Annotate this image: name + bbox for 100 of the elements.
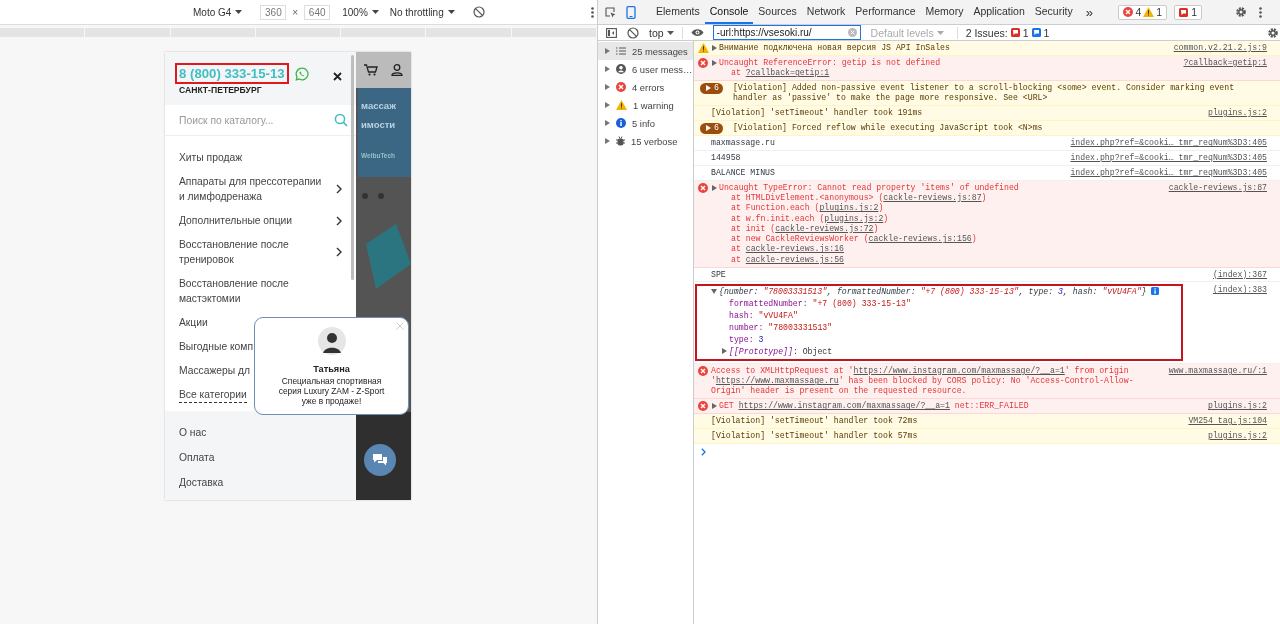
- devtools-tab[interactable]: Application: [968, 0, 1030, 24]
- zoom-select[interactable]: 100%: [342, 6, 379, 18]
- sidebar-item[interactable]: 4 errors: [598, 78, 693, 96]
- devtools-tab[interactable]: Security: [1029, 0, 1078, 24]
- expand-arrow-icon[interactable]: [604, 66, 610, 72]
- menu-item[interactable]: Аппараты для прессотерапии и лимфодренажа: [179, 174, 342, 204]
- source-link[interactable]: plugins.js:2: [1208, 108, 1267, 119]
- carousel-dot[interactable]: [362, 193, 368, 199]
- clear-icon[interactable]: [627, 26, 639, 39]
- more-icon[interactable]: [1259, 6, 1262, 18]
- repeat-count-badge[interactable]: 6: [700, 122, 723, 134]
- source-link[interactable]: cackle-reviews.js:56: [745, 254, 845, 264]
- cart-icon[interactable]: [364, 64, 379, 76]
- device-select[interactable]: Moto G4: [193, 6, 243, 18]
- expand-arrow-icon[interactable]: [604, 138, 610, 144]
- expand-arrow-icon[interactable]: [711, 288, 717, 295]
- warning-icon: [698, 43, 709, 54]
- caret-icon: [371, 10, 379, 14]
- info-link[interactable]: Доставка: [179, 475, 342, 490]
- source-link[interactable]: ?callback=getip:1: [745, 68, 830, 78]
- sidebar-item[interactable]: 6 user mess…: [598, 60, 693, 78]
- sidebar-item[interactable]: 25 messages: [598, 42, 693, 60]
- user-icon[interactable]: [390, 64, 403, 76]
- throttling-select[interactable]: No throttling: [389, 6, 455, 18]
- carousel-dot[interactable]: [378, 193, 384, 199]
- caret-icon: [666, 30, 674, 35]
- source-link[interactable]: plugins.js:2: [819, 203, 879, 213]
- menu-item[interactable]: Восстановление после мастэктомии: [179, 276, 342, 306]
- expand-arrow-icon[interactable]: [604, 120, 610, 126]
- expand-arrow-icon[interactable]: [705, 125, 711, 132]
- close-icon[interactable]: [333, 71, 342, 81]
- more-icon[interactable]: [590, 6, 594, 18]
- source-link[interactable]: ?callback=getip:1: [1183, 57, 1267, 69]
- info-link[interactable]: О нас: [179, 425, 342, 440]
- expand-arrow-icon[interactable]: [721, 348, 727, 355]
- expand-arrow-icon[interactable]: [604, 102, 610, 108]
- height-field[interactable]: 640: [304, 4, 331, 20]
- all-categories-link[interactable]: Все категории: [179, 387, 247, 403]
- expand-arrow-icon[interactable]: [604, 84, 610, 90]
- device-icon[interactable]: [626, 5, 636, 19]
- devtools-tab[interactable]: Memory: [920, 0, 969, 24]
- source-link[interactable]: index.php?ref=&cooki… tmr_reqNum%3D3:405: [1070, 153, 1267, 164]
- error-icon: [616, 82, 626, 92]
- console-counts-button[interactable]: 4 1: [1118, 4, 1168, 20]
- expand-arrow-icon[interactable]: [711, 184, 717, 191]
- chat-icon[interactable]: [372, 453, 388, 467]
- search-field[interactable]: Поиск по каталогу...: [179, 114, 319, 126]
- issues-button[interactable]: 1: [1174, 4, 1202, 20]
- sidebar-toggle-icon[interactable]: [606, 27, 617, 38]
- source-link[interactable]: plugins.js:2: [1208, 401, 1267, 412]
- repeat-count-badge[interactable]: 6: [700, 82, 723, 94]
- expand-arrow-icon[interactable]: [711, 403, 717, 410]
- expand-arrow-icon[interactable]: [711, 59, 717, 66]
- menu-item[interactable]: Восстановление после тренировок: [179, 237, 342, 267]
- error-icon: [698, 182, 708, 193]
- source-link[interactable]: VM254 tag.js:104: [1188, 416, 1267, 427]
- url-link[interactable]: https://www.instagram.com/maxmassage/?__a=1: [853, 365, 1065, 375]
- sidebar-item[interactable]: 5 info: [598, 114, 693, 132]
- sidebar-item[interactable]: 15 verbose: [598, 132, 693, 150]
- devtools-tab[interactable]: Elements: [651, 0, 705, 24]
- eye-icon[interactable]: [690, 28, 704, 37]
- message-text: maxmassage.ru: [711, 138, 776, 149]
- devtools-tab[interactable]: Performance: [850, 0, 921, 24]
- settings-icon[interactable]: [1235, 6, 1247, 18]
- prompt-icon[interactable]: [701, 447, 706, 456]
- source-link[interactable]: common.v2.21.2.js:9: [1173, 43, 1267, 54]
- info-link[interactable]: Оплата: [179, 450, 342, 465]
- sidebar-item[interactable]: 1 warning: [598, 96, 693, 114]
- devtools-tab[interactable]: Sources: [753, 0, 802, 24]
- expand-arrow-icon[interactable]: [604, 48, 610, 54]
- devtools-tab[interactable]: Network: [801, 0, 851, 24]
- settings-icon[interactable]: [1267, 26, 1279, 39]
- source-link[interactable]: index.php?ref=&cooki… tmr_reqNum%3D3:405: [1070, 167, 1267, 179]
- source-link[interactable]: cackle-reviews.js:87: [1168, 182, 1267, 193]
- message-text: Внимание подключена новая версия JS API InSales: [719, 43, 951, 54]
- issues-button[interactable]: 2 Issues: 1 1: [956, 26, 1050, 39]
- inspect-icon[interactable]: [605, 6, 616, 18]
- object-property: formattedNumber: "+7 (800) 333-15-13": [729, 299, 911, 309]
- info-icon[interactable]: [1150, 287, 1159, 296]
- slashed-circle-icon[interactable]: [472, 6, 485, 18]
- filter-field[interactable]: -url:https://vsesoki.ru/: [712, 25, 861, 40]
- menu-item[interactable]: Дополнительные опции: [179, 213, 342, 228]
- source-link[interactable]: www.maxmassage.ru/:1: [1168, 365, 1267, 377]
- expand-arrow-icon[interactable]: [711, 45, 717, 51]
- more-tabs-button[interactable]: »: [1085, 4, 1093, 20]
- url-link[interactable]: https://www.instagram.com/maxmassage/?__a=1: [738, 401, 950, 411]
- menu-item[interactable]: Хиты продаж: [179, 150, 342, 165]
- source-link[interactable]: (index):367: [1212, 269, 1267, 280]
- source-link[interactable]: (index):383: [1212, 284, 1267, 297]
- source-link[interactable]: cackle-reviews.js:72: [775, 223, 874, 233]
- source-link[interactable]: cackle-reviews.js:156: [868, 234, 972, 244]
- source-link[interactable]: cackle-reviews.js:87: [883, 192, 982, 202]
- issue-icon: [1031, 28, 1041, 37]
- source-link[interactable]: plugins.js:2: [1208, 430, 1267, 442]
- source-link[interactable]: cackle-reviews.js:16: [745, 244, 845, 254]
- context-select[interactable]: top: [649, 26, 683, 39]
- source-link[interactable]: plugins.js:2: [824, 213, 884, 223]
- width-field[interactable]: 360: [260, 4, 287, 20]
- expand-arrow-icon[interactable]: [705, 85, 711, 92]
- source-link[interactable]: index.php?ref=&cooki… tmr_reqNum%3D3:405: [1070, 138, 1267, 149]
